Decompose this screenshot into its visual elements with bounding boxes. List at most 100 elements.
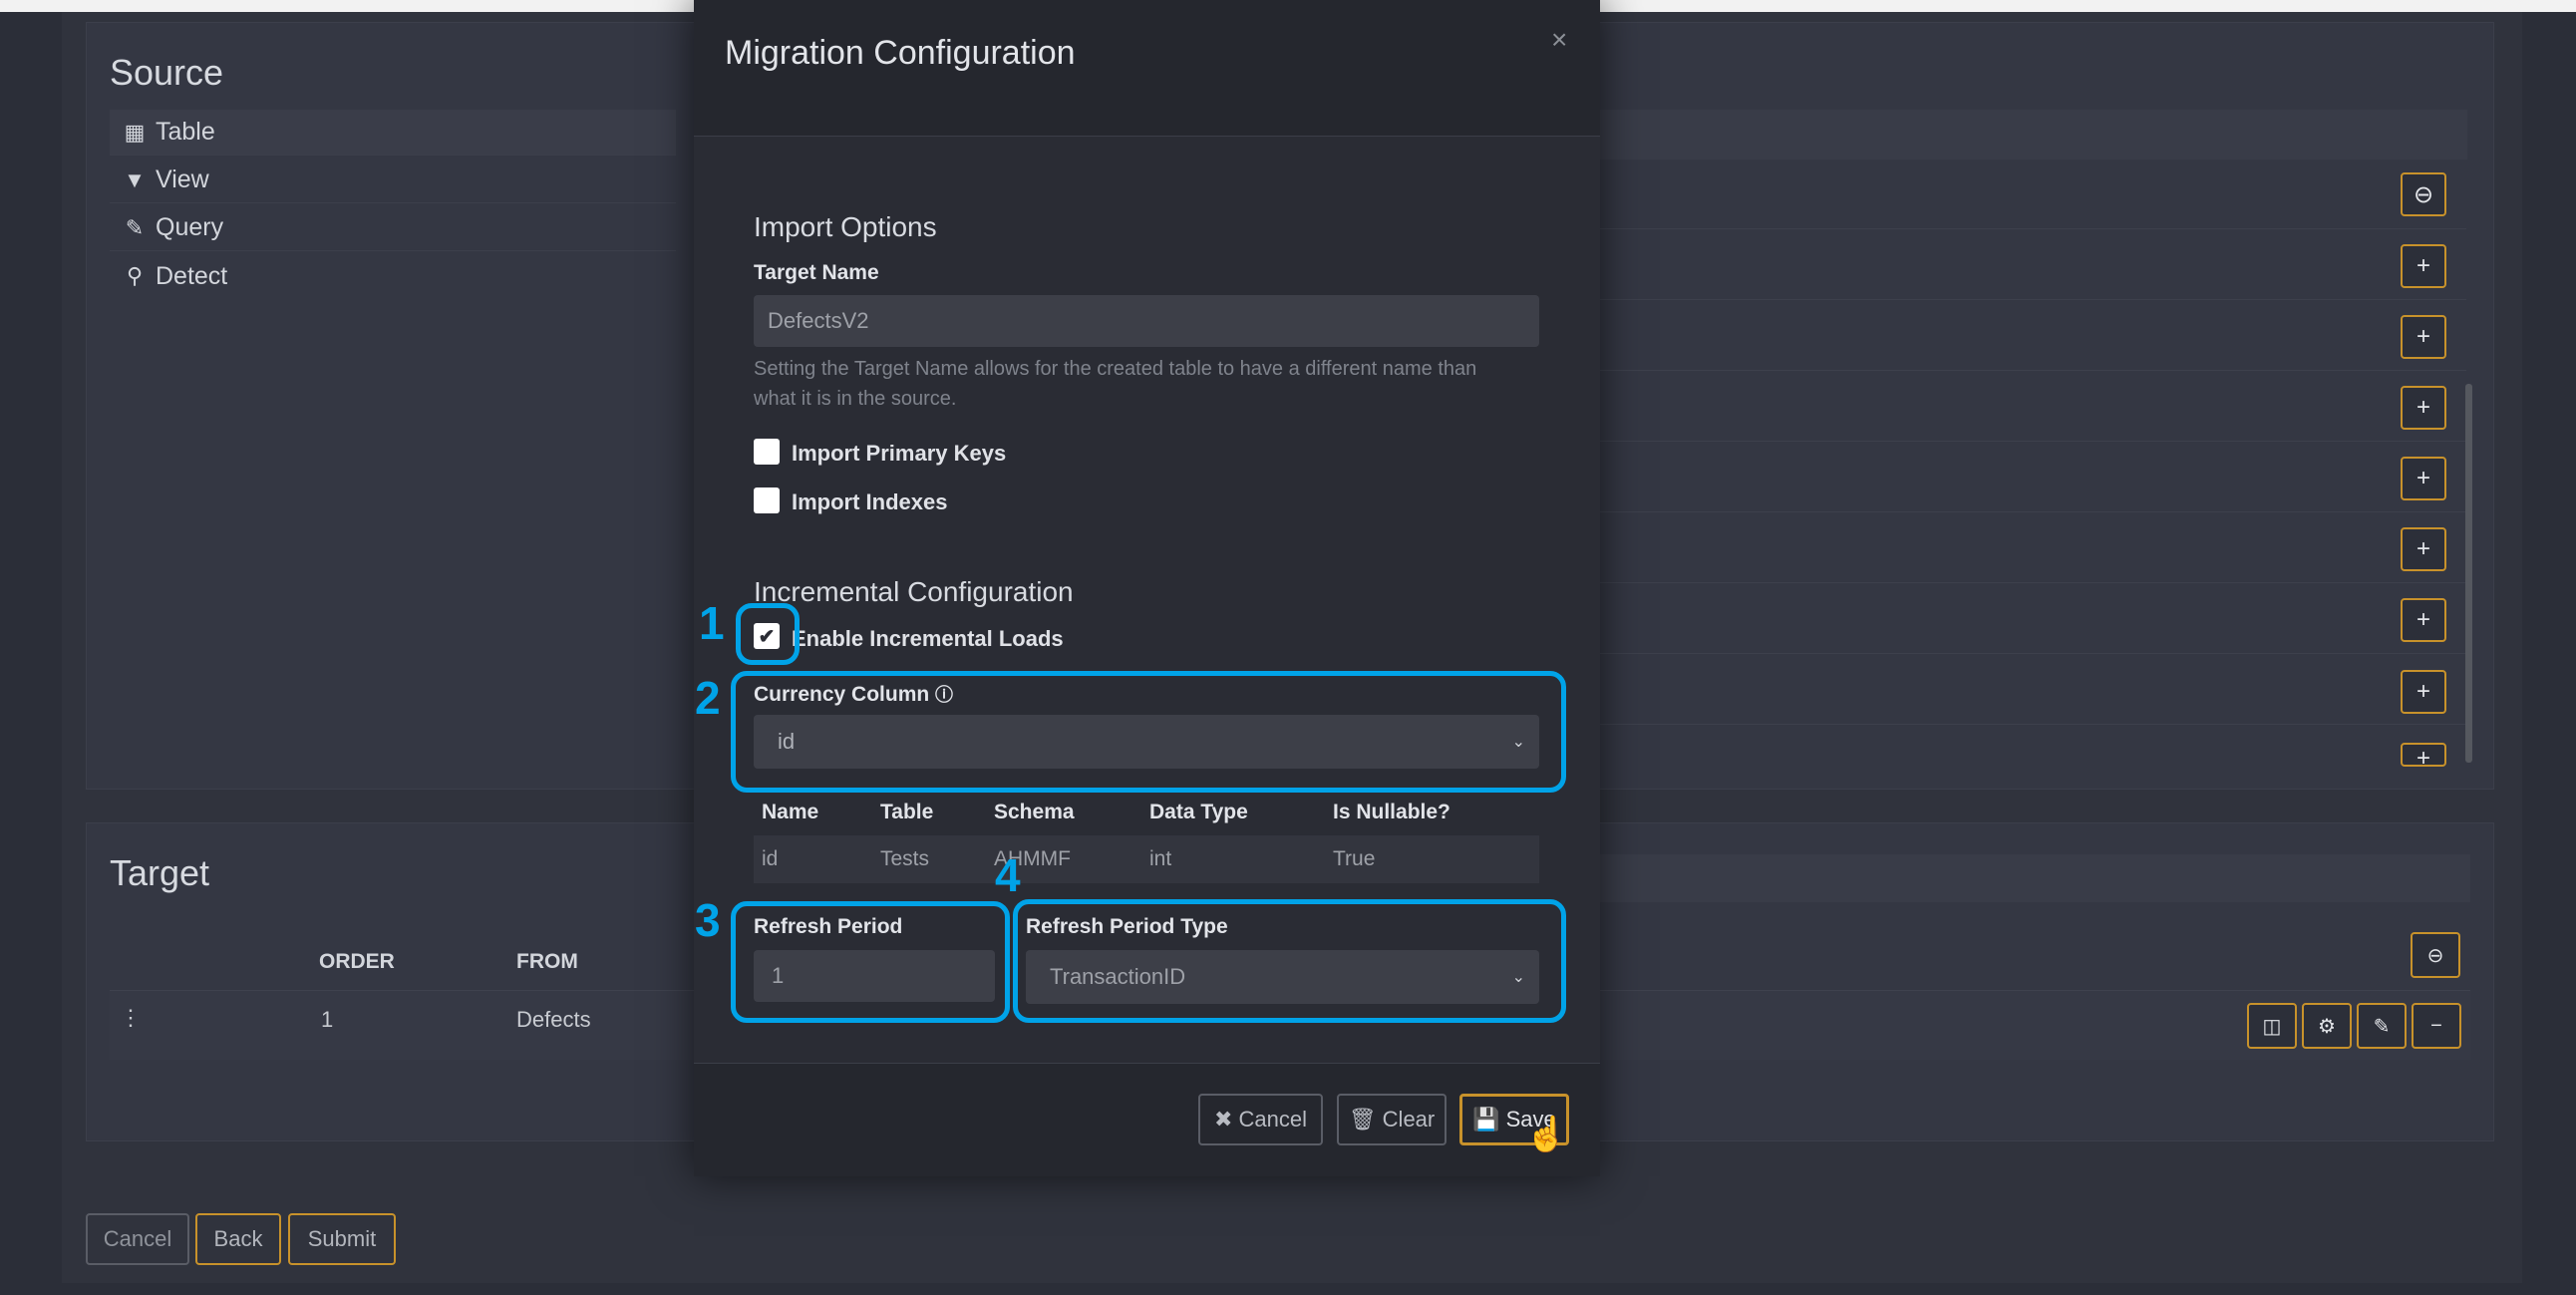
target-header-bar <box>1600 854 2470 902</box>
add-button[interactable]: + <box>2401 527 2446 571</box>
import-indexes-label: Import Indexes <box>792 489 948 514</box>
cancel-button[interactable]: Cancel <box>86 1213 189 1265</box>
table-cell: Tests <box>880 847 930 870</box>
help-line: what it is in the source. <box>754 388 957 410</box>
target-title: Target <box>110 852 210 893</box>
annotation-number-1: 1 <box>699 597 725 649</box>
close-icon: ✖ <box>1214 1107 1233 1132</box>
plus-icon: + <box>2415 252 2430 279</box>
drag-handle-icon[interactable]: ⋮ <box>120 1005 142 1031</box>
search-icon: ⚲ <box>126 263 144 288</box>
target-name-help: Setting the Target Name allows for the c… <box>754 354 1551 414</box>
back-button[interactable]: Back <box>195 1213 281 1265</box>
enable-incremental-label: Enable Incremental Loads <box>792 626 1064 651</box>
annotation-number-2: 2 <box>695 672 721 724</box>
plus-icon: + <box>2415 465 2430 491</box>
source-item-view[interactable]: ▼ View <box>110 158 676 203</box>
source-item-label: Query <box>156 213 224 241</box>
configure-button[interactable]: ✎ <box>2357 1003 2407 1049</box>
source-title: Source <box>110 52 224 93</box>
modal-title: Migration Configuration <box>725 34 1076 72</box>
remove-all-button[interactable]: ⊖ <box>2401 172 2446 216</box>
incremental-config-title: Incremental Configuration <box>754 576 1074 607</box>
remove-row-button[interactable]: − <box>2412 1003 2461 1049</box>
columns-button[interactable]: ◫ <box>2247 1003 2297 1049</box>
table-header-datatype: Data Type <box>1149 801 1248 823</box>
table-header-schema: Schema <box>994 801 1075 823</box>
save-icon: 💾 <box>1472 1107 1500 1132</box>
plus-icon: + <box>2415 745 2430 767</box>
columns-icon: ◫ <box>2262 1015 2282 1038</box>
modal-cancel-button[interactable]: ✖ Cancel <box>1198 1094 1323 1145</box>
table-cell: id <box>762 847 779 870</box>
list-row <box>1600 230 2466 300</box>
list-row <box>1600 584 2466 654</box>
hand-cursor-icon: ☝ <box>1525 1116 1568 1153</box>
import-indexes-checkbox[interactable] <box>754 487 780 513</box>
filter-icon: ▼ <box>124 166 146 192</box>
gear-icon: ⚙ <box>2318 1015 2336 1038</box>
add-button[interactable]: + <box>2401 743 2446 767</box>
import-primary-keys-label: Import Primary Keys <box>792 441 1007 466</box>
modal-cancel-label: Cancel <box>1238 1107 1307 1132</box>
wrench-icon: ✎ <box>2373 1015 2391 1038</box>
source-item-query[interactable]: ✎ Query <box>110 205 676 251</box>
table-header-table: Table <box>880 801 934 823</box>
source-item-label: Detect <box>156 261 228 290</box>
table-cell: True <box>1333 847 1376 870</box>
add-button[interactable]: + <box>2401 598 2446 642</box>
add-button[interactable]: + <box>2401 244 2446 288</box>
order-cell: 1 <box>321 1007 334 1032</box>
help-line: Setting the Target Name allows for the c… <box>754 358 1477 380</box>
target-name-label: Target Name <box>754 261 879 284</box>
list-scrollbar[interactable] <box>2465 384 2472 763</box>
annotation-number-3: 3 <box>695 894 721 946</box>
from-cell: Defects <box>516 1007 591 1032</box>
source-item-label: Table <box>156 118 215 146</box>
table-icon: ▦ <box>124 119 146 145</box>
list-row <box>1600 301 2466 371</box>
highlight-box-3 <box>731 901 1010 1023</box>
table-row <box>754 835 1539 883</box>
column-header-order: ORDER <box>319 950 395 973</box>
source-item-table[interactable]: ▦ Table <box>110 110 676 156</box>
remove-all-target-button[interactable]: ⊖ <box>2411 932 2460 978</box>
source-item-label: View <box>156 165 209 193</box>
minus-circle-icon: ⊖ <box>2426 944 2444 967</box>
list-row <box>1600 655 2466 725</box>
add-button[interactable]: + <box>2401 315 2446 359</box>
add-button[interactable]: + <box>2401 670 2446 714</box>
list-row <box>1600 443 2466 512</box>
source-item-detect[interactable]: ⚲ Detect <box>110 253 676 299</box>
add-button[interactable]: + <box>2401 457 2446 500</box>
modal-clear-label: Clear <box>1382 1107 1436 1132</box>
list-row <box>1600 513 2466 583</box>
highlight-box-2 <box>731 671 1566 793</box>
plus-icon: + <box>2415 678 2430 705</box>
plus-icon: + <box>2415 606 2430 633</box>
edit-icon: ✎ <box>125 214 145 240</box>
target-name-input[interactable]: DefectsV2 <box>754 295 1539 347</box>
close-icon[interactable]: × <box>1551 24 1567 56</box>
add-button[interactable]: + <box>2401 386 2446 430</box>
annotation-number-4: 4 <box>995 849 1021 901</box>
list-header <box>1600 110 2467 160</box>
plus-icon: + <box>2415 535 2430 562</box>
modal-clear-button[interactable]: 🗑 Clear <box>1337 1094 1447 1145</box>
table-cell: int <box>1149 847 1172 870</box>
import-primary-keys-checkbox[interactable] <box>754 439 780 465</box>
list-row <box>1600 372 2466 442</box>
list-row <box>1600 160 2466 229</box>
trash-icon: 🗑 <box>1348 1107 1377 1132</box>
table-header-name: Name <box>762 801 819 823</box>
plus-icon: + <box>2415 323 2430 350</box>
highlight-box-4 <box>1013 899 1566 1023</box>
settings-button[interactable]: ⚙ <box>2302 1003 2352 1049</box>
import-options-title: Import Options <box>754 211 937 242</box>
table-header-nullable: Is Nullable? <box>1333 801 1450 823</box>
minus-circle-icon: ⊖ <box>2413 180 2434 208</box>
submit-button[interactable]: Submit <box>288 1213 396 1265</box>
plus-icon: + <box>2415 394 2430 421</box>
highlight-box-1 <box>736 603 800 665</box>
minus-icon: − <box>2430 1014 2442 1037</box>
